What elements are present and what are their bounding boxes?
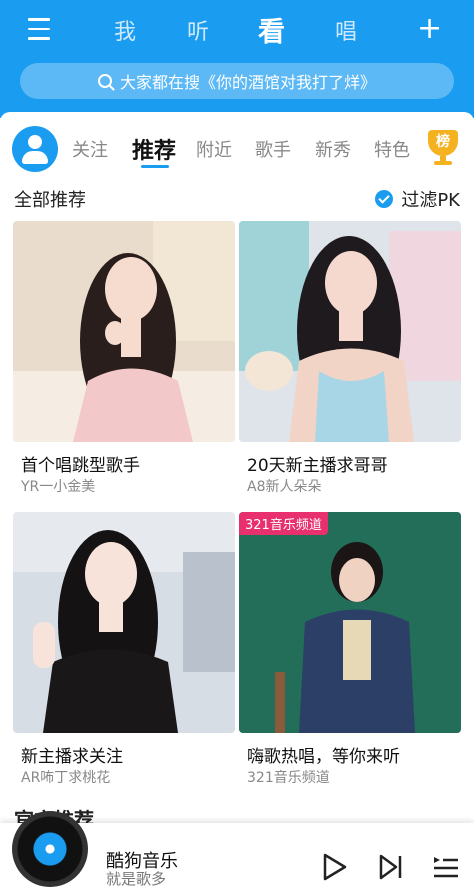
filter-label: 过滤PK	[401, 190, 460, 211]
category-tabs: 关注 推荐 附近 歌手 新秀 特色 榜	[0, 124, 474, 172]
play-icon[interactable]	[322, 853, 348, 881]
song-artist: 就是歌多	[106, 870, 167, 888]
next-icon[interactable]	[378, 853, 404, 881]
playlist-icon[interactable]	[432, 853, 460, 881]
stream-thumbnail[interactable]: 321音乐频道	[239, 512, 461, 733]
active-tab-indicator	[141, 165, 169, 168]
search-bar[interactable]: 大家都在搜《你的酒馆对我打了烊》	[20, 63, 454, 99]
card-subtitle: AR咘丁求桃花	[21, 770, 111, 786]
album-disc-icon[interactable]	[12, 811, 88, 887]
category-singer[interactable]: 歌手	[255, 136, 291, 162]
mini-player[interactable]: 酷狗音乐 就是歌多	[0, 811, 474, 896]
tab-watch[interactable]: 看	[258, 10, 285, 49]
category-follow[interactable]: 关注	[72, 136, 108, 162]
stream-thumbnail[interactable]	[239, 221, 461, 442]
card-title: 嗨歌热唱，等你来听	[247, 747, 400, 767]
stream-thumbnail[interactable]	[13, 221, 235, 442]
card-title: 20天新主播求哥哥	[247, 456, 388, 476]
category-nearby[interactable]: 附近	[196, 136, 232, 162]
app-header: 我 听 看 唱 + 大家都在搜《你的酒馆对我打了烊》	[0, 0, 474, 118]
tab-listen[interactable]: 听	[187, 14, 209, 46]
category-recommend[interactable]: 推荐	[132, 133, 176, 165]
rank-badge-label: 榜	[428, 130, 458, 156]
tab-me[interactable]: 我	[114, 14, 136, 46]
top-navigation: 我 听 看 唱 +	[0, 8, 474, 52]
trophy-icon[interactable]: 榜	[426, 130, 460, 166]
search-placeholder: 大家都在搜《你的酒馆对我打了烊》	[119, 73, 376, 92]
category-newcomer[interactable]: 新秀	[315, 136, 351, 162]
filter-pk-toggle[interactable]: 过滤PK	[375, 186, 460, 212]
avatar[interactable]	[12, 126, 58, 172]
card-title: 新主播求关注	[21, 747, 123, 767]
tab-sing[interactable]: 唱	[335, 14, 357, 46]
search-icon	[97, 74, 112, 88]
add-icon[interactable]: +	[417, 14, 442, 44]
card-title: 首个唱跳型歌手	[21, 456, 140, 476]
stream-thumbnail[interactable]	[13, 512, 235, 733]
channel-badge: 321音乐频道	[239, 512, 328, 535]
menu-icon[interactable]	[28, 18, 54, 40]
category-special[interactable]: 特色	[374, 136, 410, 162]
section-title: 全部推荐	[14, 190, 86, 211]
card-subtitle: 321音乐频道	[247, 770, 330, 786]
card-subtitle: A8新人朵朵	[247, 479, 322, 495]
card-subtitle: YR一小金美	[21, 479, 96, 495]
check-icon	[375, 190, 394, 208]
